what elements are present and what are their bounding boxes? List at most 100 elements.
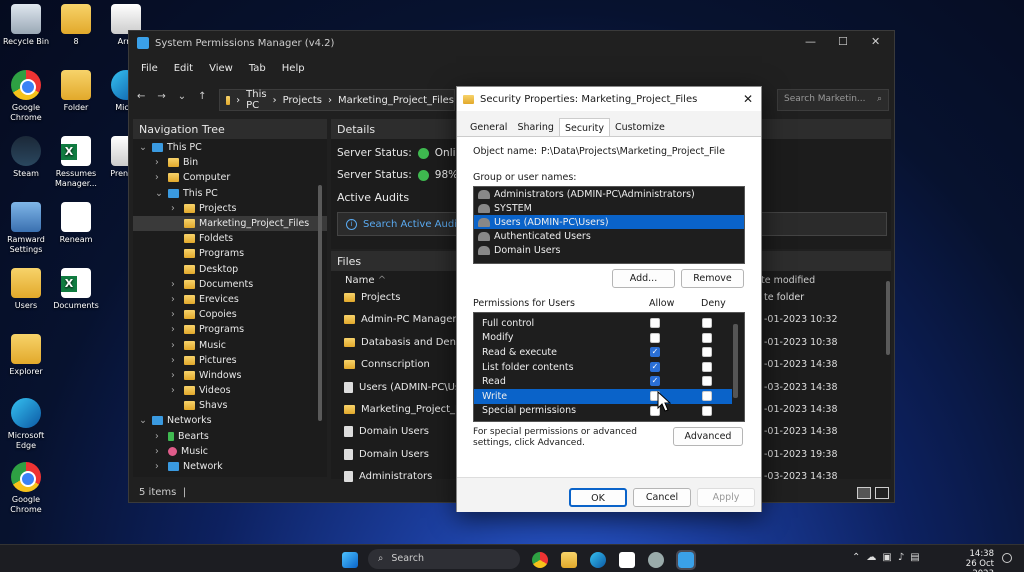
expand-chevron-icon[interactable]: ⌄ bbox=[139, 142, 148, 153]
deny-checkbox[interactable] bbox=[702, 361, 712, 372]
tree-item[interactable]: › Computer bbox=[133, 170, 327, 185]
tab-security[interactable]: Security bbox=[558, 118, 610, 137]
address-bar[interactable]: › This PC › Projects › Marketing_Project… bbox=[219, 89, 455, 111]
file-row[interactable]: Domain Users bbox=[344, 426, 429, 438]
file-row[interactable]: Administrators bbox=[344, 471, 432, 483]
expand-chevron-icon[interactable]: ⌄ bbox=[139, 415, 148, 426]
deny-checkbox[interactable] bbox=[702, 405, 712, 416]
tree-item[interactable]: › Videos bbox=[133, 383, 327, 398]
group-list-item[interactable]: Authenticated Users bbox=[474, 229, 744, 243]
back-icon[interactable]: ← bbox=[137, 91, 145, 102]
tree-item[interactable]: › Music bbox=[133, 337, 327, 352]
notification-icon[interactable] bbox=[1002, 553, 1012, 563]
tree-item[interactable]: Programs bbox=[133, 246, 327, 261]
column-modified[interactable]: te modified bbox=[761, 275, 815, 286]
file-row[interactable]: Domain Users bbox=[344, 448, 429, 460]
breadcrumb-projects[interactable]: Projects bbox=[283, 95, 322, 106]
clock[interactable]: 14:38 26 Oct 2023 bbox=[948, 549, 994, 572]
tree-item[interactable]: › Bearts bbox=[133, 429, 327, 444]
tree-item[interactable]: › Erevices bbox=[133, 292, 327, 307]
allow-checkbox[interactable]: ✓ bbox=[650, 361, 660, 372]
desktop-icon[interactable]: Users bbox=[0, 268, 54, 311]
desktop-icon[interactable]: Google Chrome bbox=[0, 462, 54, 515]
system-tray-icons[interactable]: ⌃☁▣♪▤ bbox=[852, 552, 926, 563]
maximize-icon[interactable]: ☐ bbox=[838, 35, 848, 48]
column-name[interactable]: Name ^ bbox=[345, 275, 386, 286]
menu-file[interactable]: File bbox=[133, 63, 166, 74]
desktop-icon[interactable]: Ressumes Manager... bbox=[48, 136, 104, 189]
desktop-icon[interactable]: Reneam bbox=[48, 202, 104, 245]
dialog-title-bar[interactable]: Security Properties: Marketing_Project_F… bbox=[457, 87, 761, 111]
allow-checkbox[interactable] bbox=[650, 332, 660, 343]
settings-icon[interactable] bbox=[648, 552, 664, 568]
tree-item[interactable]: ⌄ This PC bbox=[133, 140, 327, 155]
desktop-icon[interactable]: 8 bbox=[48, 4, 104, 47]
edge-icon[interactable] bbox=[590, 552, 606, 568]
chevron-down-icon[interactable]: ⌄ bbox=[178, 91, 186, 102]
desktop-icon[interactable]: Recycle Bin bbox=[0, 4, 54, 47]
store-icon[interactable] bbox=[619, 552, 635, 568]
file-row[interactable]: Projects bbox=[344, 292, 400, 303]
tab-customize[interactable]: Customize bbox=[610, 118, 670, 137]
tree-item[interactable]: › Music bbox=[133, 444, 327, 459]
tree-item[interactable]: › Projects bbox=[133, 201, 327, 216]
deny-checkbox[interactable] bbox=[702, 376, 712, 387]
group-list-item[interactable]: Users (ADMIN-PC\Users) bbox=[474, 215, 744, 229]
file-row[interactable]: Marketing_Project_Fi bbox=[344, 404, 463, 415]
tab-general[interactable]: General bbox=[465, 118, 512, 137]
tree-item[interactable]: Foldets bbox=[133, 231, 327, 246]
expand-chevron-icon[interactable]: › bbox=[171, 203, 180, 214]
desktop-icon[interactable]: Ramward Settings bbox=[0, 202, 54, 255]
file-row[interactable]: Databasis and Dentor bbox=[344, 337, 470, 348]
tree-item[interactable]: ⌄ This PC bbox=[133, 186, 327, 201]
allow-checkbox[interactable]: ✓ bbox=[650, 376, 660, 387]
expand-chevron-icon[interactable]: › bbox=[155, 157, 164, 168]
tree-item[interactable]: › Programs bbox=[133, 322, 327, 337]
desktop-icon[interactable]: Steam bbox=[0, 136, 54, 179]
title-bar[interactable]: System Permissions Manager (v4.2) bbox=[129, 31, 894, 55]
menu-tab[interactable]: Tab bbox=[241, 63, 274, 74]
deny-checkbox[interactable] bbox=[702, 347, 712, 358]
expand-chevron-icon[interactable]: › bbox=[155, 461, 164, 472]
forward-icon[interactable]: → bbox=[157, 91, 165, 102]
cancel-button[interactable]: Cancel bbox=[633, 488, 691, 507]
file-row[interactable]: Users (ADMIN-PC\Usd bbox=[344, 381, 467, 393]
tree-item[interactable]: Desktop bbox=[133, 262, 327, 277]
group-list-item[interactable]: SYSTEM bbox=[474, 201, 744, 215]
permissions-manager-icon[interactable] bbox=[676, 550, 696, 570]
expand-chevron-icon[interactable]: › bbox=[171, 294, 180, 305]
remove-button[interactable]: Remove bbox=[681, 269, 744, 288]
desktop-icon[interactable]: Explorer bbox=[0, 334, 54, 377]
group-list-item[interactable]: Administrators (ADMIN-PC\Administrators) bbox=[474, 187, 744, 201]
expand-chevron-icon[interactable]: › bbox=[171, 324, 180, 335]
details-view-icon[interactable] bbox=[857, 487, 871, 499]
menu-view[interactable]: View bbox=[201, 63, 241, 74]
menu-edit[interactable]: Edit bbox=[166, 63, 201, 74]
expand-chevron-icon[interactable]: › bbox=[155, 172, 164, 183]
expand-chevron-icon[interactable]: › bbox=[171, 370, 180, 381]
file-explorer-icon[interactable] bbox=[561, 552, 577, 568]
expand-chevron-icon[interactable]: › bbox=[171, 385, 180, 396]
allow-checkbox[interactable] bbox=[650, 318, 660, 328]
expand-chevron-icon[interactable]: › bbox=[171, 355, 180, 366]
files-scrollbar[interactable] bbox=[886, 281, 890, 355]
search-input[interactable]: Search Marketin... ⌕ bbox=[777, 89, 889, 111]
tree-item[interactable]: › Windows bbox=[133, 368, 327, 383]
tree-scrollbar[interactable] bbox=[318, 185, 322, 421]
up-icon[interactable]: ↑ bbox=[198, 91, 206, 102]
desktop-icon[interactable]: Folder bbox=[48, 70, 104, 113]
expand-chevron-icon[interactable]: › bbox=[155, 446, 164, 457]
expand-chevron-icon[interactable]: ⌄ bbox=[155, 188, 164, 199]
tree-item[interactable]: › Bin bbox=[133, 155, 327, 170]
group-list[interactable]: Administrators (ADMIN-PC\Administrators)… bbox=[473, 186, 745, 264]
deny-checkbox[interactable] bbox=[702, 391, 712, 401]
desktop-icon[interactable]: Microsoft Edge bbox=[0, 398, 54, 451]
close-icon[interactable]: ✕ bbox=[871, 35, 880, 48]
advanced-button[interactable]: Advanced bbox=[673, 427, 743, 446]
apply-button[interactable]: Apply bbox=[697, 488, 755, 507]
file-row[interactable]: Connscription bbox=[344, 359, 430, 370]
tree-item[interactable]: › Network bbox=[133, 459, 327, 474]
tab-sharing[interactable]: Sharing bbox=[512, 118, 558, 137]
chrome-icon[interactable] bbox=[532, 552, 548, 568]
tree-item[interactable]: Shavs bbox=[133, 398, 327, 413]
